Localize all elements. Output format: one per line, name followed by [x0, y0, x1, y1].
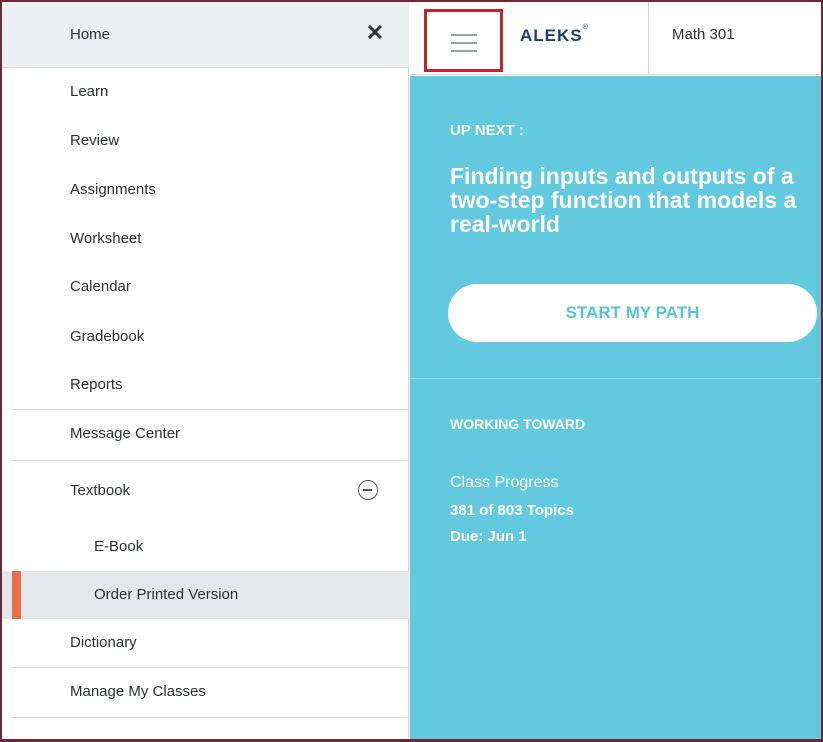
hamburger-icon [451, 34, 477, 52]
sidebar-item-home[interactable]: Home ✕ [2, 2, 409, 68]
collapse-minus-icon[interactable] [358, 480, 378, 500]
learning-panel: UP NEXT : Finding inputs and outputs of … [410, 76, 821, 739]
sidebar-item-label: Home [70, 26, 111, 43]
sidebar-item-message-center[interactable]: Message Center [2, 410, 409, 458]
close-icon[interactable]: ✕ [363, 21, 387, 45]
sidebar-item-review[interactable]: Review [2, 117, 409, 165]
app-window: Home ✕ Learn Review Assignments Workshee… [0, 0, 823, 742]
divider [410, 378, 821, 379]
aleks-logo[interactable]: ALEKS® [520, 24, 589, 46]
sidebar-item-label: Review [70, 132, 120, 149]
sidebar-item-learn[interactable]: Learn [2, 68, 409, 116]
sidebar-item-order-printed-version[interactable]: Order Printed Version [2, 571, 409, 619]
class-progress-label: Class Progress [450, 474, 559, 491]
up-next-label: UP NEXT : [450, 122, 524, 139]
sidebar-item-label: Calendar [70, 278, 131, 295]
top-bar: ALEKS® Math 301 [410, 2, 821, 75]
due-date: Due: Jun 1 [450, 528, 527, 545]
sidebar-item-label: Reports [70, 376, 123, 393]
sidebar-item-textbook[interactable]: Textbook [2, 467, 409, 515]
sidebar-item-ebook[interactable]: E-Book [2, 523, 409, 571]
sidebar-item-label: Worksheet [70, 230, 142, 247]
sidebar-item-label: Manage My Classes [70, 683, 206, 700]
sidebar-item-worksheet[interactable]: Worksheet [2, 215, 409, 263]
working-toward-label: WORKING TOWARD [450, 416, 586, 432]
class-name[interactable]: Math 301 [672, 26, 735, 43]
topic-title: Finding inputs and outputs of a two-step… [450, 163, 797, 237]
topics-progress-count: 381 of 803 Topics [450, 502, 574, 519]
logo-text: ALEKS [520, 26, 583, 45]
sidebar-item-gradebook[interactable]: Gradebook [2, 313, 409, 361]
sidebar-item-label: Message Center [70, 425, 181, 442]
sidebar-item-label: Learn [70, 83, 109, 100]
divider [12, 460, 409, 461]
sidebar-item-reports[interactable]: Reports [2, 361, 409, 409]
sidebar-item-label: Textbook [70, 482, 131, 499]
start-my-path-button[interactable]: START MY PATH [448, 284, 817, 342]
hamburger-menu-button[interactable] [424, 9, 503, 72]
sidebar-item-calendar[interactable]: Calendar [2, 263, 409, 311]
sidebar-item-label: Order Printed Version [94, 586, 239, 603]
sidebar-item-label: E-Book [94, 538, 144, 555]
registered-mark: ® [582, 24, 589, 31]
sidebar-item-label: Assignments [70, 181, 156, 198]
sidebar-item-label: Gradebook [70, 328, 145, 345]
divider [648, 2, 649, 75]
sidebar-menu: Home ✕ Learn Review Assignments Workshee… [2, 2, 409, 739]
selected-indicator [12, 571, 21, 619]
sidebar-item-manage-my-classes[interactable]: Manage My Classes [2, 668, 409, 716]
sidebar-item-label: Dictionary [70, 634, 137, 651]
sidebar-item-assignments[interactable]: Assignments [2, 166, 409, 214]
sidebar-item-dictionary[interactable]: Dictionary [2, 619, 409, 667]
divider [12, 717, 409, 718]
